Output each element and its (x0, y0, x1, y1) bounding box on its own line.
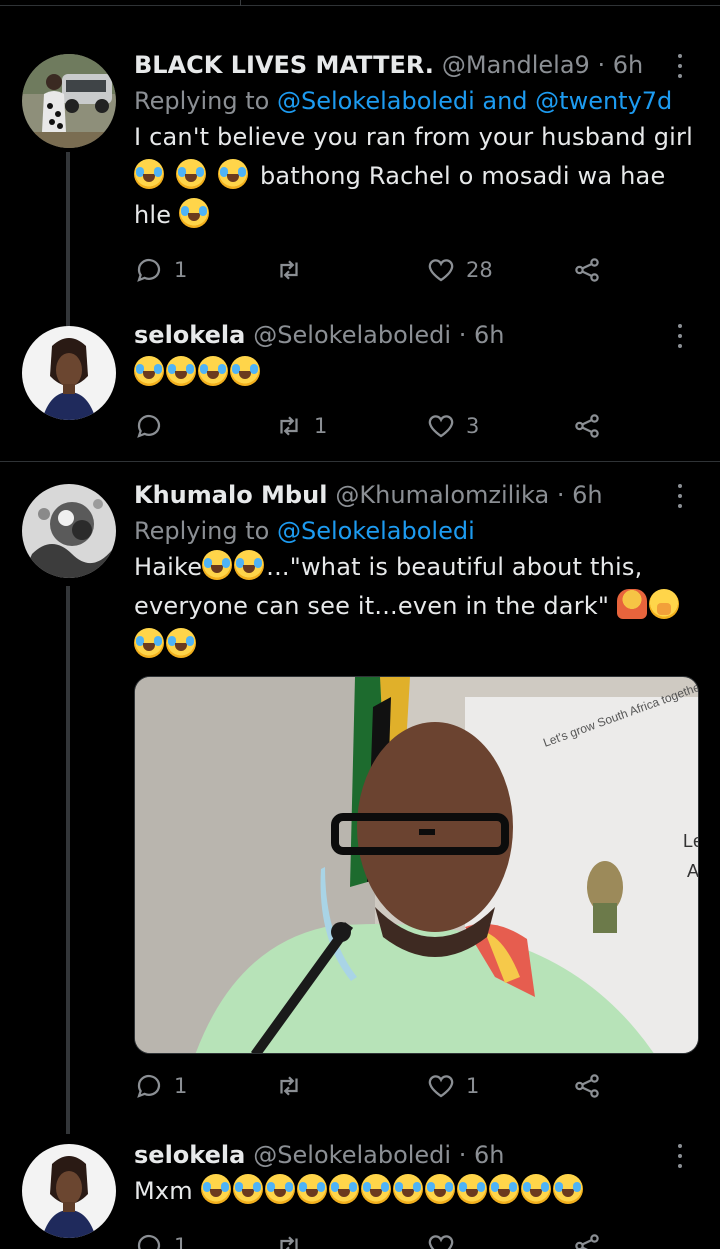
hand-over-mouth-emoji (648, 589, 679, 619)
retweet-icon (280, 1236, 298, 1249)
like-icon (428, 415, 454, 438)
joy-emoji (488, 1174, 519, 1204)
more-icon[interactable] (668, 52, 692, 80)
joy-emoji (328, 1174, 359, 1204)
reply-button[interactable]: 1 (134, 252, 187, 288)
thread-line (66, 152, 70, 342)
joy-emoji (520, 1174, 551, 1204)
reply-icon (137, 414, 161, 438)
retweet-button[interactable]: 1 (274, 408, 327, 444)
joy-emoji (166, 356, 196, 386)
avatar[interactable] (22, 484, 116, 578)
retweet-icon (280, 1076, 298, 1096)
joy-emoji (264, 1174, 295, 1204)
reply-button[interactable] (134, 408, 174, 444)
share-icon (575, 1074, 599, 1098)
like-icon (428, 259, 454, 282)
reply-icon (137, 1074, 161, 1098)
joy-emoji (552, 1174, 583, 1204)
reply-mentions[interactable]: @Selokelaboledi and @twenty7d (277, 87, 672, 115)
more-icon[interactable] (668, 482, 692, 510)
joy-emoji (296, 1174, 327, 1204)
display-name[interactable]: selokela (134, 320, 245, 350)
joy-emoji (134, 628, 164, 658)
joy-emoji (424, 1174, 455, 1204)
reply-button[interactable]: 1 (134, 1228, 187, 1249)
joy-emoji (198, 356, 228, 386)
joy-emoji (200, 1174, 231, 1204)
retweet-icon (280, 416, 298, 436)
share-button[interactable] (572, 1228, 602, 1249)
like-button[interactable] (426, 1228, 466, 1249)
like-button[interactable]: 3 (426, 408, 479, 444)
thread-line (66, 586, 70, 1134)
joy-emoji (176, 159, 206, 189)
like-icon (428, 1235, 454, 1249)
joy-emoji (234, 550, 265, 580)
retweet-button[interactable] (274, 1228, 314, 1249)
like-button[interactable]: 1 (426, 1068, 479, 1104)
avatar[interactable] (22, 326, 116, 420)
replying-to: Replying to @Selokelaboledi and @twenty7… (134, 87, 673, 115)
display-name[interactable]: BLACK LIVES MATTER. (134, 50, 434, 80)
tweet-3[interactable]: Khumalo Mbul @Khumalomzilika · 6h Replyi… (0, 462, 720, 1134)
share-button[interactable] (572, 252, 602, 288)
more-icon[interactable] (668, 1142, 692, 1170)
display-name[interactable]: selokela (134, 1140, 245, 1170)
reply-mentions[interactable]: @Selokelaboledi (277, 517, 475, 545)
share-button[interactable] (572, 1068, 602, 1104)
joy-emoji (232, 1174, 263, 1204)
tweet-text: Haike ..."what is beautiful about this, e… (134, 548, 698, 665)
handle-and-time[interactable]: @Selokelaboledi · 6h (253, 1140, 504, 1170)
retweet-button[interactable] (274, 1068, 314, 1104)
like-button[interactable]: 28 (426, 252, 493, 288)
tweet-text (134, 354, 698, 393)
retweet-icon (280, 260, 298, 280)
replying-to: Replying to @Selokelaboledi (134, 517, 475, 545)
joy-emoji (230, 356, 260, 386)
joy-emoji (202, 550, 233, 580)
reply-icon (137, 1234, 161, 1249)
more-icon[interactable] (668, 322, 692, 350)
retweet-button[interactable] (274, 252, 314, 288)
share-icon (575, 1234, 599, 1249)
like-icon (428, 1075, 454, 1098)
joy-emoji (166, 628, 196, 658)
share-icon (575, 258, 599, 282)
tweet-1[interactable]: BLACK LIVES MATTER. @Mandlela9 · 6h Repl… (0, 40, 720, 342)
joy-emoji (179, 198, 210, 228)
share-button[interactable] (572, 408, 602, 444)
reply-icon (137, 258, 161, 282)
handle-and-time[interactable]: @Khumalomzilika · 6h (335, 480, 602, 510)
tweet-4[interactable]: selokela @Selokelaboledi · 6h Mxm 1 (0, 1132, 720, 1249)
avatar[interactable] (22, 1144, 116, 1238)
handle-and-time[interactable]: @Mandlela9 · 6h (442, 50, 643, 80)
joy-emoji (218, 159, 248, 189)
tweet-photo[interactable]: Let's grow South Africa together Le A (134, 676, 699, 1054)
tweet-2[interactable]: selokela @Selokelaboledi · 6h 1 3 (0, 320, 720, 460)
backdrop-letters: Le (683, 831, 699, 851)
joy-emoji (456, 1174, 487, 1204)
joy-emoji (134, 356, 164, 386)
joy-emoji (134, 159, 164, 189)
reply-button[interactable]: 1 (134, 1068, 187, 1104)
joy-emoji (392, 1174, 423, 1204)
avatar[interactable] (22, 54, 116, 148)
tweet-text: I can't believe you ran from your husban… (134, 123, 693, 229)
joy-emoji (360, 1174, 391, 1204)
share-icon (575, 414, 599, 438)
display-name[interactable]: Khumalo Mbul (134, 480, 327, 510)
handle-and-time[interactable]: @Selokelaboledi · 6h (253, 320, 504, 350)
backdrop-letters-2: A (687, 861, 699, 881)
tweet-text: Mxm (134, 1172, 698, 1211)
top-divider (0, 0, 720, 6)
shrug-emoji (616, 589, 647, 619)
